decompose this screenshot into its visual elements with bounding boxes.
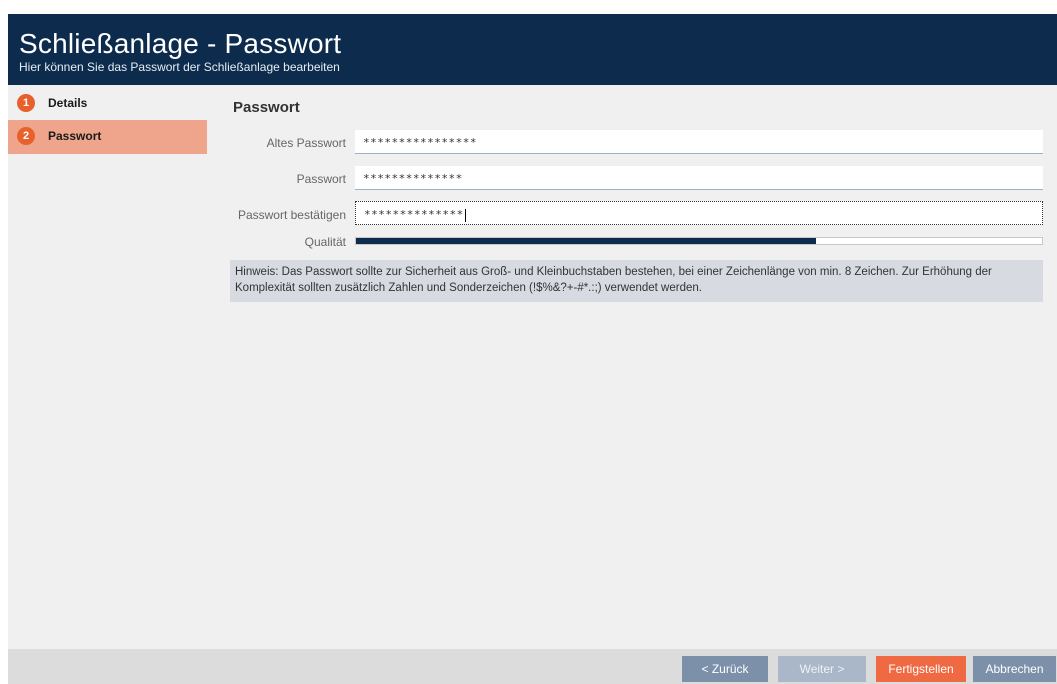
- step-passwort[interactable]: 2 Passwort: [8, 120, 215, 154]
- password-field[interactable]: **************: [355, 166, 1043, 190]
- confirm-password-label: Passwort bestätigen: [237, 208, 346, 222]
- next-button[interactable]: Weiter >: [778, 656, 866, 682]
- password-quality-fill: [356, 238, 816, 244]
- confirm-password-field[interactable]: **************: [355, 201, 1043, 225]
- old-password-field[interactable]: ****************: [355, 130, 1043, 154]
- main-content: Passwort Altes Passwort ****************…: [207, 85, 1057, 649]
- step-number-badge: 1: [17, 94, 35, 112]
- dialog-header: Schließanlage - Passwort Hier können Sie…: [8, 14, 1057, 85]
- password-hint: Hinweis: Das Passwort sollte zur Sicherh…: [230, 260, 1043, 302]
- password-value: **************: [363, 172, 463, 185]
- step-number-badge: 2: [17, 127, 35, 145]
- dialog-footer: < Zurück Weiter > Fertigstellen Abbreche…: [8, 649, 1057, 684]
- confirm-password-value: **************: [364, 208, 464, 221]
- password-label: Passwort: [296, 172, 346, 186]
- step-details[interactable]: 1 Details: [8, 87, 207, 121]
- back-button[interactable]: < Zurück: [682, 656, 768, 682]
- password-quality-bar: [355, 237, 1043, 245]
- old-password-label: Altes Passwort: [266, 136, 346, 150]
- finish-button[interactable]: Fertigstellen: [876, 656, 966, 682]
- cancel-button[interactable]: Abbrechen: [973, 656, 1056, 682]
- section-title: Passwort: [233, 99, 300, 116]
- step-label: Passwort: [48, 129, 102, 143]
- dialog-title: Schließanlage - Passwort: [19, 28, 342, 59]
- dialog-window: Schließanlage - Passwort Hier können Sie…: [0, 0, 1057, 684]
- wizard-steps-sidebar: 1 Details 2 Passwort: [8, 85, 215, 649]
- step-label: Details: [48, 96, 88, 110]
- quality-label: Qualität: [304, 235, 346, 249]
- dialog-subtitle: Hier können Sie das Passwort der Schließ…: [19, 60, 340, 74]
- old-password-value: ****************: [363, 136, 477, 149]
- text-caret: [464, 208, 466, 222]
